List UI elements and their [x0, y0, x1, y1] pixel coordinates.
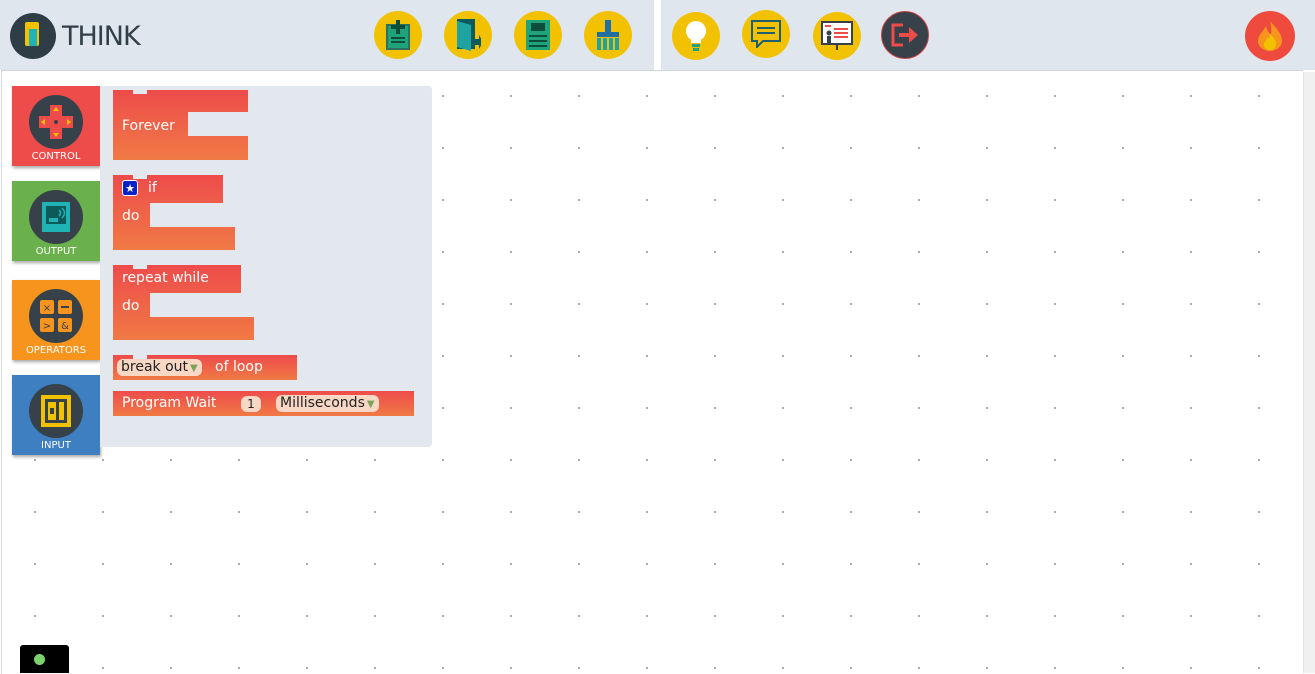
- save-button[interactable]: [514, 11, 562, 59]
- status-dot-icon: [34, 654, 45, 665]
- forever-label: Forever: [122, 118, 175, 134]
- program-wait-block[interactable]: Program Wait 1 Milliseconds ▼: [113, 391, 414, 416]
- category-label: CONTROL: [31, 151, 81, 162]
- exit-button[interactable]: [881, 11, 929, 59]
- tips-button[interactable]: [672, 12, 720, 60]
- dpad-icon: [29, 95, 83, 149]
- svg-text:>: >: [43, 321, 51, 332]
- calculator-icon: × > &: [29, 289, 83, 343]
- if-do-block[interactable]: ★ if do: [113, 175, 235, 250]
- mutator-star-icon[interactable]: ★: [122, 180, 138, 196]
- lightbulb-icon: [686, 21, 706, 51]
- category-operators[interactable]: × > & OPERATORS: [12, 280, 100, 360]
- presentation-board-icon: [821, 21, 853, 50]
- top-toolbar: THINK: [0, 0, 1315, 70]
- open-door-icon: [457, 19, 481, 51]
- open-file-button[interactable]: [444, 11, 492, 59]
- broom-icon: [597, 20, 619, 50]
- category-label: OPERATORS: [25, 345, 87, 356]
- chat-button[interactable]: [742, 10, 790, 58]
- logout-icon: [891, 23, 918, 47]
- repeat-while-label: repeat while: [122, 270, 209, 286]
- presentation-button[interactable]: [813, 12, 861, 60]
- save-icon: [526, 20, 550, 50]
- category-output[interactable]: OUTPUT: [12, 181, 100, 261]
- repeat-statement-slot[interactable]: [150, 293, 254, 317]
- repeat-do-label: do: [122, 298, 140, 314]
- output-screen-icon: [29, 190, 83, 244]
- clear-workspace-button[interactable]: [584, 11, 632, 59]
- workspace-scrollbar[interactable]: [1303, 72, 1315, 673]
- input-panel-icon: [29, 384, 83, 438]
- svg-text:&: &: [61, 321, 69, 332]
- break-mode-dropdown[interactable]: break out ▼: [117, 359, 202, 376]
- user-profile-button[interactable]: [1245, 11, 1295, 61]
- forever-statement-slot[interactable]: [188, 112, 248, 136]
- new-file-icon: [386, 20, 410, 50]
- category-input[interactable]: INPUT: [12, 375, 100, 455]
- app-title: THINK: [62, 20, 141, 52]
- repeat-while-block[interactable]: repeat while do: [113, 265, 254, 340]
- category-label: OUTPUT: [35, 246, 77, 257]
- if-label: if: [148, 180, 157, 196]
- svg-text:×: ×: [43, 303, 51, 314]
- forever-block[interactable]: Forever: [113, 90, 248, 160]
- if-statement-slot[interactable]: [150, 203, 235, 227]
- break-loop-block[interactable]: break out ▼ of loop: [113, 355, 297, 380]
- category-label: INPUT: [41, 440, 71, 451]
- break-suffix-label: of loop: [215, 359, 263, 375]
- wait-value-field[interactable]: 1: [241, 396, 261, 412]
- toolbar-divider: [654, 0, 661, 70]
- category-control[interactable]: CONTROL: [12, 86, 100, 166]
- new-file-button[interactable]: [374, 11, 422, 59]
- if-do-label: do: [122, 208, 140, 224]
- chat-bubble-icon: [751, 20, 781, 48]
- program-wait-label: Program Wait: [122, 395, 217, 411]
- connection-status[interactable]: [20, 645, 69, 673]
- flame-icon: [1258, 21, 1282, 51]
- wait-unit-dropdown[interactable]: Milliseconds ▼: [276, 395, 379, 412]
- app-logo: THINK: [10, 12, 141, 60]
- logo-icon: [10, 13, 56, 59]
